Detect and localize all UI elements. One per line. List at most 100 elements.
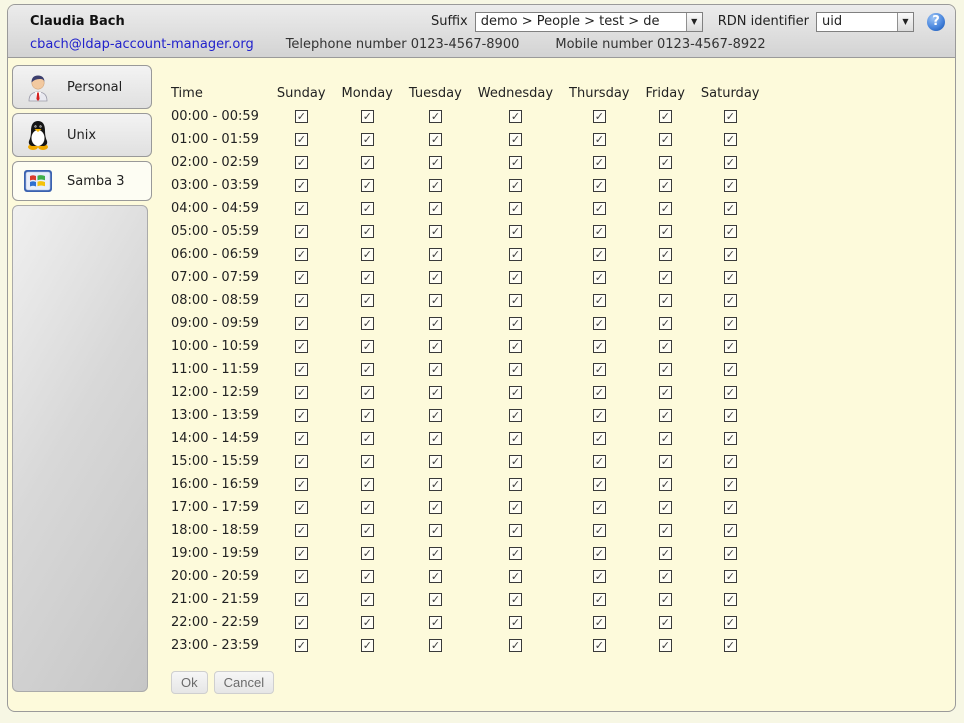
hour-checkbox-wednesday[interactable] — [509, 133, 522, 146]
hour-checkbox-tuesday[interactable] — [429, 248, 442, 261]
hour-checkbox-saturday[interactable] — [724, 317, 737, 330]
hour-checkbox-tuesday[interactable] — [429, 570, 442, 583]
user-email-link[interactable]: cbach@ldap-account-manager.org — [30, 37, 254, 52]
hour-checkbox-monday[interactable] — [361, 271, 374, 284]
hour-checkbox-wednesday[interactable] — [509, 156, 522, 169]
hour-checkbox-friday[interactable] — [659, 202, 672, 215]
hour-checkbox-thursday[interactable] — [593, 294, 606, 307]
hour-checkbox-thursday[interactable] — [593, 248, 606, 261]
chevron-down-icon[interactable]: ▼ — [897, 13, 913, 31]
hour-checkbox-thursday[interactable] — [593, 639, 606, 652]
hour-checkbox-tuesday[interactable] — [429, 432, 442, 445]
hour-checkbox-wednesday[interactable] — [509, 432, 522, 445]
hour-checkbox-saturday[interactable] — [724, 294, 737, 307]
hour-checkbox-thursday[interactable] — [593, 501, 606, 514]
hour-checkbox-sunday[interactable] — [295, 432, 308, 445]
ok-button[interactable]: Ok — [171, 671, 208, 694]
hour-checkbox-monday[interactable] — [361, 524, 374, 537]
hour-checkbox-tuesday[interactable] — [429, 478, 442, 491]
hour-checkbox-tuesday[interactable] — [429, 501, 442, 514]
hour-checkbox-monday[interactable] — [361, 570, 374, 583]
hour-checkbox-tuesday[interactable] — [429, 271, 442, 284]
hour-checkbox-saturday[interactable] — [724, 363, 737, 376]
hour-checkbox-monday[interactable] — [361, 340, 374, 353]
hour-checkbox-friday[interactable] — [659, 179, 672, 192]
hour-checkbox-friday[interactable] — [659, 616, 672, 629]
hour-checkbox-sunday[interactable] — [295, 110, 308, 123]
hour-checkbox-wednesday[interactable] — [509, 202, 522, 215]
hour-checkbox-friday[interactable] — [659, 409, 672, 422]
hour-checkbox-friday[interactable] — [659, 639, 672, 652]
hour-checkbox-monday[interactable] — [361, 202, 374, 215]
hour-checkbox-monday[interactable] — [361, 386, 374, 399]
hour-checkbox-sunday[interactable] — [295, 363, 308, 376]
hour-checkbox-thursday[interactable] — [593, 156, 606, 169]
hour-checkbox-thursday[interactable] — [593, 547, 606, 560]
hour-checkbox-saturday[interactable] — [724, 110, 737, 123]
hour-checkbox-thursday[interactable] — [593, 110, 606, 123]
hour-checkbox-sunday[interactable] — [295, 317, 308, 330]
hour-checkbox-monday[interactable] — [361, 547, 374, 560]
hour-checkbox-tuesday[interactable] — [429, 294, 442, 307]
hour-checkbox-sunday[interactable] — [295, 524, 308, 537]
hour-checkbox-thursday[interactable] — [593, 455, 606, 468]
hour-checkbox-sunday[interactable] — [295, 340, 308, 353]
hour-checkbox-monday[interactable] — [361, 133, 374, 146]
hour-checkbox-tuesday[interactable] — [429, 133, 442, 146]
hour-checkbox-friday[interactable] — [659, 524, 672, 537]
hour-checkbox-saturday[interactable] — [724, 570, 737, 583]
hour-checkbox-friday[interactable] — [659, 593, 672, 606]
hour-checkbox-wednesday[interactable] — [509, 179, 522, 192]
hour-checkbox-friday[interactable] — [659, 271, 672, 284]
hour-checkbox-wednesday[interactable] — [509, 248, 522, 261]
hour-checkbox-saturday[interactable] — [724, 179, 737, 192]
hour-checkbox-sunday[interactable] — [295, 455, 308, 468]
hour-checkbox-wednesday[interactable] — [509, 478, 522, 491]
hour-checkbox-wednesday[interactable] — [509, 501, 522, 514]
hour-checkbox-monday[interactable] — [361, 317, 374, 330]
hour-checkbox-thursday[interactable] — [593, 317, 606, 330]
hour-checkbox-friday[interactable] — [659, 317, 672, 330]
hour-checkbox-saturday[interactable] — [724, 271, 737, 284]
hour-checkbox-tuesday[interactable] — [429, 156, 442, 169]
hour-checkbox-wednesday[interactable] — [509, 386, 522, 399]
hour-checkbox-saturday[interactable] — [724, 248, 737, 261]
suffix-select[interactable]: demo > People > test > de ▼ — [475, 12, 703, 32]
hour-checkbox-wednesday[interactable] — [509, 317, 522, 330]
hour-checkbox-tuesday[interactable] — [429, 639, 442, 652]
hour-checkbox-friday[interactable] — [659, 156, 672, 169]
hour-checkbox-friday[interactable] — [659, 294, 672, 307]
hour-checkbox-sunday[interactable] — [295, 478, 308, 491]
hour-checkbox-saturday[interactable] — [724, 547, 737, 560]
hour-checkbox-monday[interactable] — [361, 363, 374, 376]
hour-checkbox-sunday[interactable] — [295, 639, 308, 652]
hour-checkbox-thursday[interactable] — [593, 409, 606, 422]
hour-checkbox-tuesday[interactable] — [429, 409, 442, 422]
hour-checkbox-monday[interactable] — [361, 156, 374, 169]
hour-checkbox-saturday[interactable] — [724, 524, 737, 537]
hour-checkbox-sunday[interactable] — [295, 202, 308, 215]
hour-checkbox-monday[interactable] — [361, 455, 374, 468]
hour-checkbox-tuesday[interactable] — [429, 547, 442, 560]
hour-checkbox-saturday[interactable] — [724, 455, 737, 468]
tab-personal[interactable]: Personal — [12, 65, 152, 109]
hour-checkbox-wednesday[interactable] — [509, 225, 522, 238]
hour-checkbox-monday[interactable] — [361, 593, 374, 606]
hour-checkbox-monday[interactable] — [361, 294, 374, 307]
hour-checkbox-saturday[interactable] — [724, 616, 737, 629]
hour-checkbox-wednesday[interactable] — [509, 455, 522, 468]
hour-checkbox-saturday[interactable] — [724, 432, 737, 445]
hour-checkbox-thursday[interactable] — [593, 133, 606, 146]
hour-checkbox-friday[interactable] — [659, 248, 672, 261]
hour-checkbox-friday[interactable] — [659, 478, 672, 491]
hour-checkbox-wednesday[interactable] — [509, 524, 522, 537]
hour-checkbox-tuesday[interactable] — [429, 363, 442, 376]
rdn-identifier-select[interactable]: uid ▼ — [816, 12, 914, 32]
hour-checkbox-wednesday[interactable] — [509, 363, 522, 376]
hour-checkbox-tuesday[interactable] — [429, 455, 442, 468]
hour-checkbox-friday[interactable] — [659, 340, 672, 353]
hour-checkbox-monday[interactable] — [361, 478, 374, 491]
hour-checkbox-friday[interactable] — [659, 363, 672, 376]
hour-checkbox-thursday[interactable] — [593, 179, 606, 192]
hour-checkbox-monday[interactable] — [361, 409, 374, 422]
